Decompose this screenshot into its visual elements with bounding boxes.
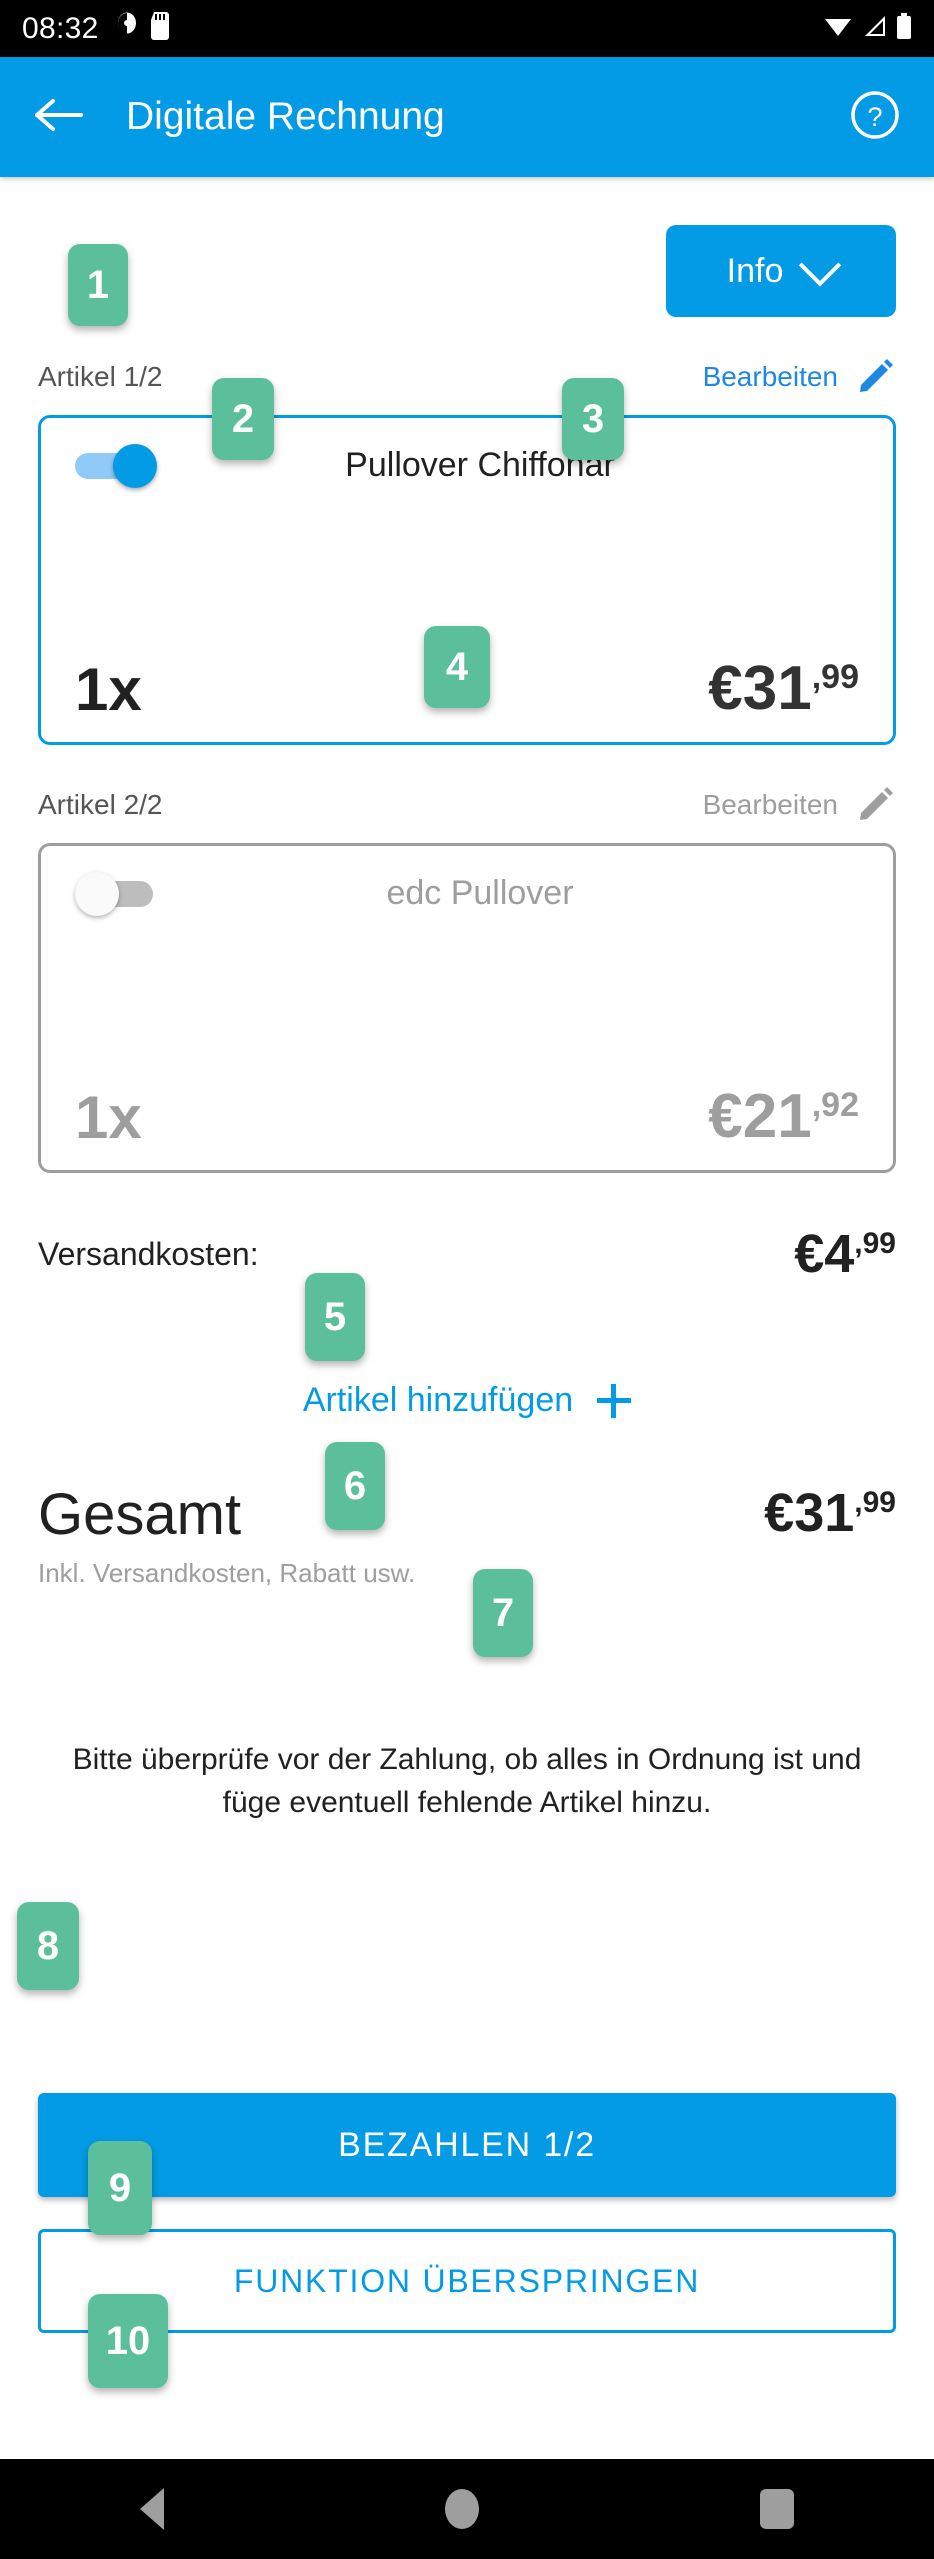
article-card-2[interactable]: edc Pullover 1x €21 ,92 xyxy=(38,843,896,1173)
arrow-left-icon xyxy=(33,95,85,140)
article-header-1: Artikel 1/2 Bearbeiten xyxy=(38,353,896,401)
action-buttons: BEZAHLEN 1/2 FUNKTION ÜBERSPRINGEN xyxy=(38,2093,896,2333)
toggle-knob xyxy=(75,871,119,916)
total-row: Gesamt €31 ,99 xyxy=(38,1486,896,1544)
svg-text:?: ? xyxy=(867,102,882,132)
article-card-2-bottom: 1x €21 ,92 xyxy=(75,1086,859,1148)
article-1-toggle[interactable] xyxy=(75,443,161,488)
total-price-cents: ,99 xyxy=(854,1486,896,1519)
add-article-label: Artikel hinzufügen xyxy=(302,1381,574,1419)
android-nav-bar xyxy=(0,2459,934,2559)
annotation-badge-7: 7 xyxy=(473,1569,533,1657)
edit-article-1-button[interactable]: Bearbeiten xyxy=(703,354,896,401)
article-2-price: €21 ,92 xyxy=(708,1086,859,1148)
annotation-badge-6: 6 xyxy=(325,1442,385,1530)
article-1-quantity: 1x xyxy=(75,656,142,723)
shipping-price-cents: ,99 xyxy=(854,1227,896,1260)
signal-icon xyxy=(861,14,887,43)
nav-recent-icon[interactable] xyxy=(759,2489,794,2529)
location-icon xyxy=(117,12,137,45)
shipping-price: €4 ,99 xyxy=(794,1227,896,1281)
article-1-price: €31 ,99 xyxy=(708,658,859,720)
edit-article-2-button[interactable]: Bearbeiten xyxy=(703,782,896,829)
total-price-whole: €31 xyxy=(764,1483,855,1543)
status-left-icons xyxy=(117,12,169,45)
edit-label: Bearbeiten xyxy=(702,789,838,820)
status-right-icons xyxy=(824,13,912,44)
article-header-2: Artikel 2/2 Bearbeiten xyxy=(38,781,896,829)
annotation-badge-1: 1 xyxy=(68,244,128,326)
annotation-badge-8: 8 xyxy=(17,1902,79,1990)
add-article-button[interactable]: Artikel hinzufügen xyxy=(38,1381,896,1420)
annotation-badge-10: 10 xyxy=(88,2294,168,2388)
nav-back-icon[interactable] xyxy=(140,2488,165,2530)
hint-text: Bitte überprüfe vor der Zahlung, ob alle… xyxy=(72,1743,862,1819)
nav-home-icon[interactable] xyxy=(444,2489,479,2529)
pencil-icon xyxy=(854,354,896,401)
total-label: Gesamt xyxy=(38,1482,242,1547)
shipping-row: Versandkosten: €4 ,99 xyxy=(38,1227,896,1281)
annotation-badge-4: 4 xyxy=(424,626,490,708)
annotation-badge-9: 9 xyxy=(88,2141,152,2235)
phone-screen: 08:32 Digitale Rechnung ? Info Artikel 1… xyxy=(0,0,934,2559)
back-button[interactable] xyxy=(30,88,88,146)
article-2-price-whole: €21 xyxy=(708,1082,812,1151)
article-1-price-cents: ,99 xyxy=(811,658,859,696)
article-counter-label: Artikel 1/2 xyxy=(38,361,163,392)
annotation-badge-2: 2 xyxy=(212,378,274,460)
toggle-knob xyxy=(113,443,157,488)
article-1-price-whole: €31 xyxy=(708,654,812,723)
pay-button[interactable]: BEZAHLEN 1/2 xyxy=(38,2093,896,2197)
info-button[interactable]: Info xyxy=(666,225,896,317)
annotation-badge-5: 5 xyxy=(305,1273,365,1361)
app-bar: Digitale Rechnung ? xyxy=(0,57,934,177)
article-counter-label: Artikel 2/2 xyxy=(38,789,163,820)
battery-icon xyxy=(896,13,912,44)
total-price: €31 ,99 xyxy=(764,1486,896,1540)
main-content: Info Artikel 1/2 Bearbeiten Pullover Chi… xyxy=(0,177,934,2459)
annotation-badge-3: 3 xyxy=(562,378,624,460)
article-2-price-cents: ,92 xyxy=(811,1086,859,1124)
edit-label: Bearbeiten xyxy=(702,361,838,392)
status-bar: 08:32 xyxy=(0,0,934,57)
article-2-toggle[interactable] xyxy=(75,871,161,916)
plus-icon xyxy=(597,1383,632,1418)
sd-card-icon xyxy=(150,12,169,45)
wifi-icon xyxy=(824,14,852,43)
info-row: Info xyxy=(38,177,896,317)
page-title: Digitale Rechnung xyxy=(126,95,445,138)
chevron-down-icon xyxy=(799,244,842,287)
shipping-price-whole: €4 xyxy=(794,1224,855,1284)
article-card-2-top: edc Pullover xyxy=(75,871,859,916)
help-circle-icon: ? xyxy=(849,89,901,146)
article-card-1-top: Pullover Chiffonär xyxy=(75,443,859,488)
pencil-icon xyxy=(854,782,896,829)
article-2-quantity: 1x xyxy=(75,1084,142,1151)
article-2-name: edc Pullover xyxy=(386,874,574,912)
status-clock: 08:32 xyxy=(22,11,99,45)
help-button[interactable]: ? xyxy=(846,88,904,146)
total-subtitle: Inkl. Versandkosten, Rabatt usw. xyxy=(38,1558,416,1588)
info-button-label: Info xyxy=(726,251,784,290)
shipping-label: Versandkosten: xyxy=(38,1235,259,1272)
